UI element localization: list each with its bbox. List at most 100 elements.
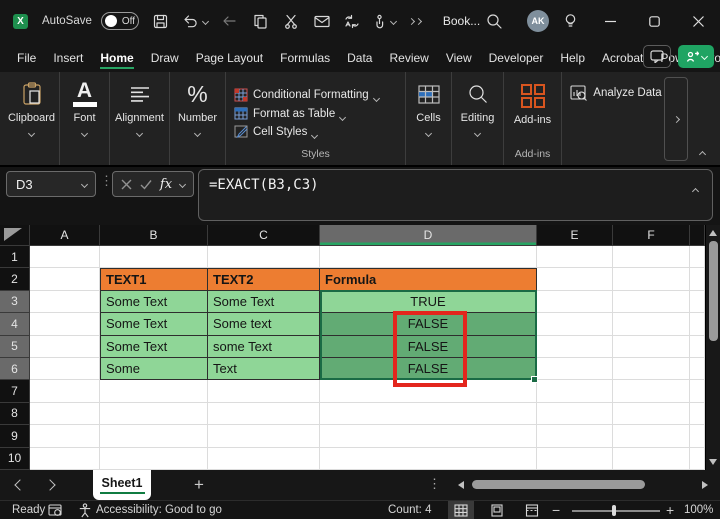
cell-A8[interactable] xyxy=(30,402,100,426)
formula-input[interactable]: =EXACT(B3,C3) xyxy=(198,169,713,221)
cell-F7[interactable] xyxy=(613,380,690,403)
cut-button[interactable] xyxy=(284,14,298,29)
tab-view[interactable]: View xyxy=(446,45,472,70)
cells-group-button[interactable]: Cells xyxy=(406,72,452,165)
autosave-toggle[interactable]: Off xyxy=(100,12,139,30)
cell-D4[interactable]: FALSE xyxy=(320,313,537,336)
tab-data[interactable]: Data xyxy=(347,45,372,70)
minimize-button[interactable] xyxy=(588,0,632,42)
tab-acrobat[interactable]: Acrobat xyxy=(602,45,643,70)
cell-G6-partial[interactable] xyxy=(690,357,705,381)
tab-help[interactable]: Help xyxy=(560,45,585,70)
comments-button[interactable] xyxy=(643,45,671,68)
touch-mode-button[interactable] xyxy=(373,14,386,29)
cell-A5[interactable] xyxy=(30,335,100,358)
cell-E8[interactable] xyxy=(537,402,613,426)
cell-F9[interactable] xyxy=(613,425,690,448)
search-button[interactable] xyxy=(486,13,503,30)
tab-file[interactable]: File xyxy=(17,45,36,70)
cell-F5[interactable] xyxy=(613,335,690,358)
cell-B5[interactable]: Some Text xyxy=(100,335,208,358)
row-header-3[interactable]: 3 xyxy=(0,290,30,314)
cell-E5[interactable] xyxy=(537,335,613,358)
macro-record-button[interactable] xyxy=(48,501,62,519)
ribbon-expand-button[interactable] xyxy=(664,77,688,161)
cell-F2[interactable] xyxy=(613,268,690,291)
cell-D3[interactable]: TRUE xyxy=(320,290,537,314)
cell-A7[interactable] xyxy=(30,380,100,403)
row-header-2[interactable]: 2 xyxy=(0,268,30,291)
cell-E1[interactable] xyxy=(537,246,613,269)
more-commands-button[interactable] xyxy=(407,17,422,25)
zoom-in-button[interactable]: + xyxy=(666,501,674,519)
cell-C7[interactable] xyxy=(208,380,320,403)
editing-group-button[interactable]: Editing xyxy=(452,72,504,165)
row-header-1[interactable]: 1 xyxy=(0,246,30,269)
number-group-button[interactable]: % Number xyxy=(170,72,226,165)
fill-handle[interactable] xyxy=(531,376,538,383)
view-page-break-button[interactable] xyxy=(519,501,545,519)
cell-C5[interactable]: some Text xyxy=(208,335,320,358)
ribbon-collapse-button[interactable] xyxy=(694,148,710,160)
clipboard-group-button[interactable]: Clipboard xyxy=(4,72,60,165)
column-header-f[interactable]: F xyxy=(613,225,690,246)
row-header-8[interactable]: 8 xyxy=(0,402,30,426)
column-header-b[interactable]: B xyxy=(100,225,208,246)
cell-G4-partial[interactable] xyxy=(690,313,705,336)
cell-B6[interactable]: Some xyxy=(100,357,208,381)
cell-E9[interactable] xyxy=(537,425,613,448)
cell-D5[interactable]: FALSE xyxy=(320,335,537,358)
cell-B1[interactable] xyxy=(100,246,208,269)
view-normal-button[interactable] xyxy=(448,501,474,519)
scroll-down-icon[interactable] xyxy=(709,459,717,465)
tab-draw[interactable]: Draw xyxy=(151,45,179,70)
tab-insert[interactable]: Insert xyxy=(53,45,83,70)
formula-bar-collapse-button[interactable] xyxy=(691,182,700,198)
zoom-slider-thumb[interactable] xyxy=(612,505,616,516)
sheet-tab-sheet1[interactable]: Sheet1 xyxy=(93,470,151,500)
cell-D2[interactable]: Formula xyxy=(320,268,537,291)
back-button[interactable] xyxy=(222,14,237,28)
enter-icon[interactable] xyxy=(140,179,152,190)
tab-home[interactable]: Home xyxy=(100,45,134,70)
sheet-nav-left-icon[interactable] xyxy=(14,479,26,491)
row-header-6[interactable]: 6 xyxy=(0,357,30,381)
horizontal-scrollbar-thumb[interactable] xyxy=(472,480,645,489)
cell-C8[interactable] xyxy=(208,402,320,426)
column-header-a[interactable]: A xyxy=(30,225,100,246)
accessibility-status[interactable]: Accessibility: Good to go xyxy=(78,501,222,519)
cell-C9[interactable] xyxy=(208,425,320,448)
column-header-partial[interactable] xyxy=(690,225,705,246)
tips-button[interactable] xyxy=(563,13,578,29)
cell-E10[interactable] xyxy=(537,447,613,470)
mail-button[interactable] xyxy=(314,15,330,28)
cell-C6[interactable]: Text xyxy=(208,357,320,381)
tab-formulas[interactable]: Formulas xyxy=(280,45,330,70)
cell-E7[interactable] xyxy=(537,380,613,403)
replace-button[interactable] xyxy=(344,14,360,29)
cancel-icon[interactable] xyxy=(121,179,132,190)
cell-C2[interactable]: TEXT2 xyxy=(208,268,320,291)
cell-C1[interactable] xyxy=(208,246,320,269)
cell-C10[interactable] xyxy=(208,447,320,470)
cell-G9-partial[interactable] xyxy=(690,425,705,448)
analyze-data-button[interactable]: Analyze Data xyxy=(570,85,662,101)
cell-C4[interactable]: Some text xyxy=(208,313,320,336)
cell-A3[interactable] xyxy=(30,290,100,314)
column-header-c[interactable]: C xyxy=(208,225,320,246)
conditional-formatting-button[interactable]: Conditional Formatting xyxy=(234,88,380,103)
cell-G1-partial[interactable] xyxy=(690,246,705,269)
close-button[interactable] xyxy=(676,0,720,42)
cell-B3[interactable]: Some Text xyxy=(100,290,208,314)
cell-B9[interactable] xyxy=(100,425,208,448)
font-group-button[interactable]: A Font xyxy=(60,72,110,165)
cell-B4[interactable]: Some Text xyxy=(100,313,208,336)
cell-F4[interactable] xyxy=(613,313,690,336)
cell-D10[interactable] xyxy=(320,447,537,470)
cell-G3-partial[interactable] xyxy=(690,290,705,314)
vertical-scrollbar-thumb[interactable] xyxy=(709,241,718,341)
zoom-out-button[interactable]: − xyxy=(552,501,560,519)
cell-F10[interactable] xyxy=(613,447,690,470)
row-header-9[interactable]: 9 xyxy=(0,425,30,448)
cell-D9[interactable] xyxy=(320,425,537,448)
